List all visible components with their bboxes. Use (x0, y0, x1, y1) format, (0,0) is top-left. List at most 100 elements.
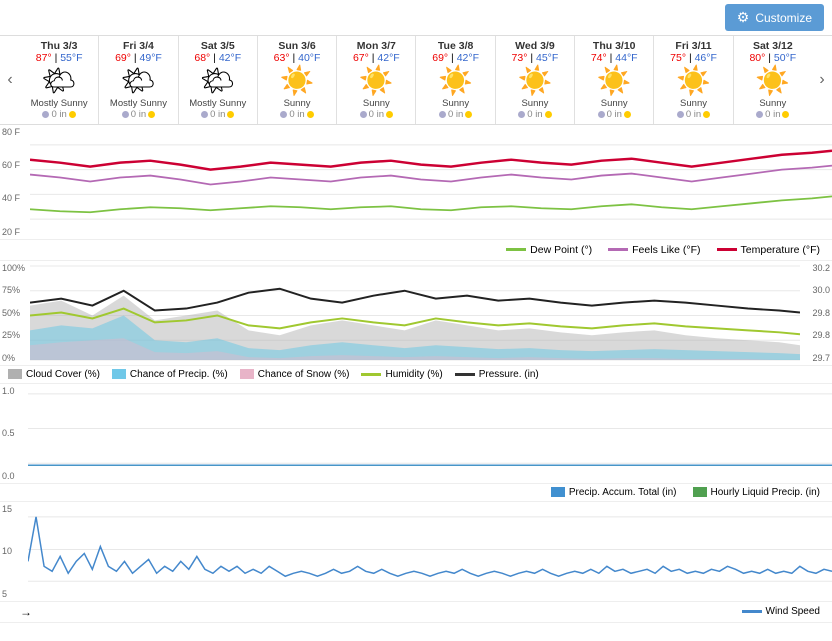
temperature-line-icon (717, 248, 737, 251)
wind-chart: 15105 (0, 502, 832, 602)
precip-legend: Precip. Accum. Total (in) Hourly Liquid … (0, 484, 832, 502)
day-precip: 0 in (101, 109, 175, 120)
chance-precip-label: Chance of Precip. (%) (130, 369, 228, 380)
precip-y-axis: 1.00.50.0 (0, 384, 28, 483)
temp-low: 40°F (298, 52, 320, 64)
prev-arrow[interactable]: ‹ (0, 36, 20, 124)
pct-chart-container: 100%75%50%25%0% 30.230.029.829.829.7 (0, 261, 832, 366)
precip-y-label: 0.5 (2, 428, 26, 438)
day-col-1: Fri 3/4 69° | 49°F 🌤 Mostly Sunny 0 in (99, 36, 178, 124)
legend-wind-speed: Wind Speed (742, 606, 820, 617)
day-date: Wed 3/9 (498, 40, 572, 52)
precip-dot-icon (42, 111, 49, 118)
temp-high: 80° (749, 52, 765, 64)
day-col-5: Tue 3/8 69° | 42°F ☀️ Sunny 0 in (416, 36, 495, 124)
temp-y-label: 60 F (2, 160, 28, 170)
legend-cloud-cover: Cloud Cover (%) (8, 369, 100, 380)
next-arrow[interactable]: › (812, 36, 832, 124)
precip-dot-yellow-icon (148, 111, 155, 118)
day-temps: 73° | 45°F (498, 52, 572, 64)
weather-icon: ☀️ (339, 64, 413, 98)
pct-chart: 100%75%50%25%0% 30.230.029.829.829.7 (0, 261, 832, 366)
precip-dot-icon (518, 111, 525, 118)
day-temps: 67° | 42°F (339, 52, 413, 64)
day-temps: 80° | 50°F (736, 52, 810, 64)
accum-total-label: Precip. Accum. Total (in) (569, 487, 677, 498)
temp-high: 87° (36, 52, 52, 64)
legend-accum-total: Precip. Accum. Total (in) (551, 487, 677, 498)
day-date: Fri 3/11 (656, 40, 730, 52)
temp-low: 55°F (60, 52, 82, 64)
day-condition: Mostly Sunny (22, 98, 96, 109)
precip-dot-icon (756, 111, 763, 118)
temp-y-label: 20 F (2, 227, 28, 237)
wind-y-label: 5 (2, 589, 26, 599)
day-date: Tue 3/8 (418, 40, 492, 52)
pct-legend: Cloud Cover (%) Chance of Precip. (%) Ch… (0, 366, 832, 384)
hourly-liquid-box-icon (693, 487, 707, 497)
wind-speed-line-icon (742, 610, 762, 613)
day-condition: Sunny (418, 98, 492, 109)
day-condition: Sunny (260, 98, 334, 109)
day-precip: 0 in (736, 109, 810, 120)
day-precip: 0 in (656, 109, 730, 120)
precip-dot-yellow-icon (307, 111, 314, 118)
humidity-line-icon (361, 373, 381, 376)
day-date: Thu 3/3 (22, 40, 96, 52)
day-condition: Mostly Sunny (181, 98, 255, 109)
weather-icon: ☀️ (418, 64, 492, 98)
temp-high: 69° (115, 52, 131, 64)
feels-like-label: Feels Like (°F) (632, 244, 700, 256)
day-condition: Sunny (339, 98, 413, 109)
precip-dot-icon (280, 111, 287, 118)
day-col-2: Sat 3/5 68° | 42°F 🌤 Mostly Sunny 0 in (179, 36, 258, 124)
wind-chart-container: 15105 (0, 502, 832, 602)
wind-y-axis: 15105 (0, 502, 28, 601)
weather-icon: ☀️ (498, 64, 572, 98)
temp-legend: Dew Point (°) Feels Like (°F) Temperatur… (0, 240, 832, 261)
weather-icon: 🌤 (22, 64, 96, 98)
day-temps: 63° | 40°F (260, 52, 334, 64)
temp-low: 45°F (536, 52, 558, 64)
weather-icon: ☀️ (736, 64, 810, 98)
temperature-label: Temperature (°F) (741, 244, 820, 256)
cloud-cover-label: Cloud Cover (%) (26, 369, 100, 380)
day-temps: 87° | 55°F (22, 52, 96, 64)
day-precip: 0 in (181, 109, 255, 120)
day-col-4: Mon 3/7 67° | 42°F ☀️ Sunny 0 in (337, 36, 416, 124)
day-precip: 0 in (418, 109, 492, 120)
pressure-label: Pressure. (in) (479, 369, 539, 380)
dew-point-line-icon (506, 248, 526, 251)
legend-dew-point: Dew Point (°) (506, 244, 592, 256)
day-date: Sat 3/5 (181, 40, 255, 52)
day-precip: 0 in (260, 109, 334, 120)
weather-icon: ☀️ (260, 64, 334, 98)
dew-point-label: Dew Point (°) (530, 244, 592, 256)
pct-y-right-label: 29.7 (802, 353, 830, 363)
feels-like-line-icon (608, 248, 628, 251)
day-condition: Sunny (736, 98, 810, 109)
pct-y-axis-right: 30.230.029.829.829.7 (800, 261, 832, 365)
accum-total-box-icon (551, 487, 565, 497)
temp-low: 46°F (695, 52, 717, 64)
temp-low: 42°F (219, 52, 241, 64)
day-col-3: Sun 3/6 63° | 40°F ☀️ Sunny 0 in (258, 36, 337, 124)
precip-dot-yellow-icon (227, 111, 234, 118)
right-arrow-icon: → (20, 605, 32, 619)
precip-dot-icon (122, 111, 129, 118)
precip-chart: 1.00.50.0 (0, 384, 832, 484)
day-col-6: Wed 3/9 73° | 45°F ☀️ Sunny 0 in (496, 36, 575, 124)
temp-low: 42°F (377, 52, 399, 64)
hourly-liquid-label: Hourly Liquid Precip. (in) (711, 487, 821, 498)
customize-button[interactable]: ⚙ Customize (725, 4, 824, 31)
wind-speed-label: Wind Speed (766, 606, 820, 617)
customize-label: Customize (755, 11, 812, 25)
legend-chance-precip: Chance of Precip. (%) (112, 369, 228, 380)
precip-dot-yellow-icon (465, 111, 472, 118)
temp-low: 42°F (457, 52, 479, 64)
day-temps: 74° | 44°F (577, 52, 651, 64)
day-precip: 0 in (498, 109, 572, 120)
precip-dot-yellow-icon (545, 111, 552, 118)
temp-y-label: 80 F (2, 127, 28, 137)
precip-dot-icon (677, 111, 684, 118)
